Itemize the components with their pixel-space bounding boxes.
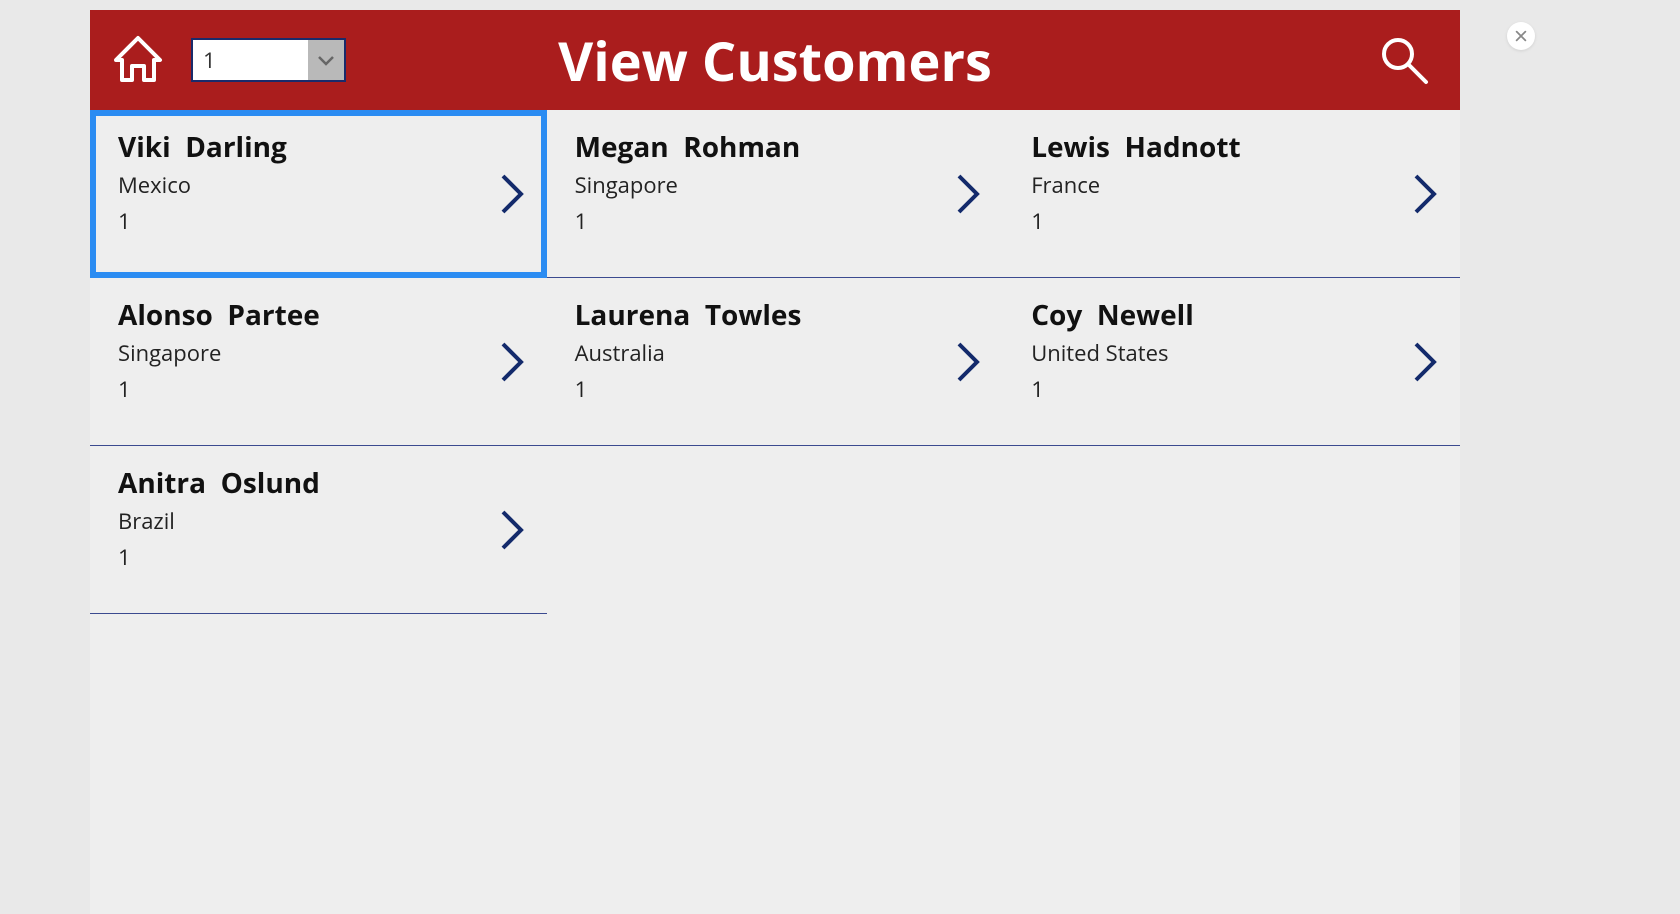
customer-country: United States <box>1031 338 1432 368</box>
customer-number: 1 <box>118 374 519 404</box>
customer-country: France <box>1031 170 1432 200</box>
customer-name: Laurena Towles <box>575 296 976 334</box>
customer-country: Singapore <box>575 170 976 200</box>
customer-name: Megan Rohman <box>575 128 976 166</box>
customer-name: Viki Darling <box>118 128 519 166</box>
home-icon[interactable] <box>110 32 166 88</box>
customer-card[interactable]: Anitra Oslund Brazil 1 <box>90 446 547 614</box>
customer-number: 1 <box>118 206 519 236</box>
page-selector-value[interactable]: 1 <box>193 40 308 80</box>
chevron-right-icon[interactable] <box>1412 340 1440 384</box>
customer-number: 1 <box>1031 206 1432 236</box>
customer-card[interactable]: Megan Rohman Singapore 1 <box>547 110 1004 278</box>
customer-number: 1 <box>575 374 976 404</box>
chevron-right-icon[interactable] <box>499 340 527 384</box>
chevron-right-icon[interactable] <box>955 172 983 216</box>
app-container: 1 View Customers Viki DarlingMexico1Mega… <box>90 10 1460 914</box>
customer-card[interactable]: Viki Darling Mexico 1 <box>90 110 547 278</box>
customer-number: 1 <box>575 206 976 236</box>
customer-card[interactable]: Lewis Hadnott France 1 <box>1003 110 1460 278</box>
customer-card[interactable]: Coy Newell United States 1 <box>1003 278 1460 446</box>
chevron-right-icon[interactable] <box>499 172 527 216</box>
customer-number: 1 <box>118 542 519 572</box>
customer-country: Australia <box>575 338 976 368</box>
chevron-right-icon[interactable] <box>499 508 527 552</box>
customer-grid: Viki Darling Mexico 1 Megan Rohman Singapore… <box>90 110 1460 614</box>
customer-country: Brazil <box>118 506 519 536</box>
customer-number: 1 <box>1031 374 1432 404</box>
chevron-down-icon[interactable] <box>308 40 344 80</box>
customer-country: Singapore <box>118 338 519 368</box>
close-icon[interactable] <box>1507 22 1535 50</box>
chevron-right-icon[interactable] <box>955 340 983 384</box>
header: 1 View Customers <box>90 10 1460 110</box>
empty-area <box>90 614 1460 914</box>
customer-card[interactable]: Laurena Towles Australia 1 <box>547 278 1004 446</box>
customer-name: Coy Newell <box>1031 296 1432 334</box>
customer-name: Alonso Partee <box>118 296 519 334</box>
customer-name: Anitra Oslund <box>118 464 519 502</box>
customer-country: Mexico <box>118 170 519 200</box>
search-icon[interactable] <box>1376 32 1432 88</box>
customer-card[interactable]: Alonso Partee Singapore 1 <box>90 278 547 446</box>
chevron-right-icon[interactable] <box>1412 172 1440 216</box>
page-selector[interactable]: 1 <box>191 38 346 82</box>
customer-name: Lewis Hadnott <box>1031 128 1432 166</box>
page-title: View Customers <box>558 23 992 97</box>
